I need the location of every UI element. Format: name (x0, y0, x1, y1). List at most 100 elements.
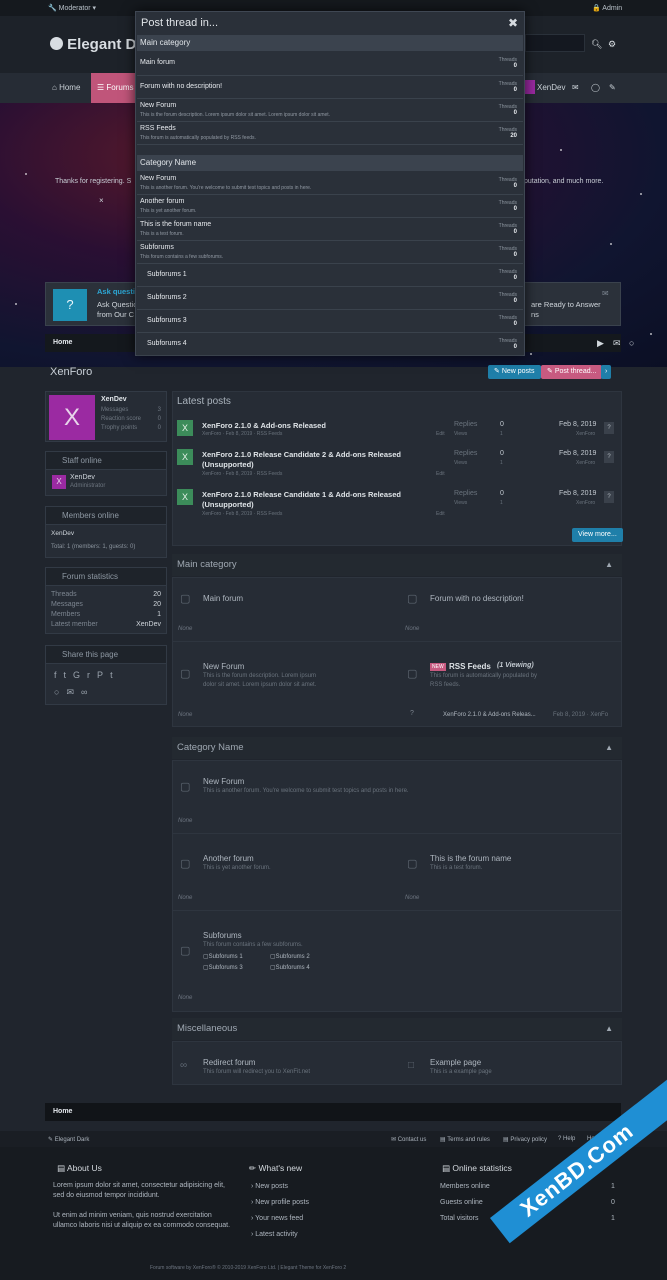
post-title[interactable]: XenForo 2.1.0 & Add-ons Released (202, 420, 442, 431)
forum-another[interactable]: Another forum (203, 854, 254, 863)
post-title-line2[interactable]: (Unsupported) (202, 500, 254, 509)
post-edit[interactable]: Edit (436, 471, 445, 477)
nav-user-avatar[interactable] (525, 80, 535, 94)
subforum-link[interactable]: ▢Subforums 1 (203, 953, 243, 960)
rss-icon[interactable]: ○ (629, 338, 634, 348)
post-title[interactable]: XenForo 2.1.0 Release Candidate 1 & Add-… (202, 489, 442, 500)
close-icon[interactable]: ✖ (508, 16, 518, 30)
whatsapp-icon[interactable]: ○ (54, 687, 66, 697)
avatar[interactable]: X (49, 395, 95, 440)
staff-avatar[interactable]: X (52, 475, 66, 489)
misc-header[interactable]: Miscellaneous ▲ (172, 1018, 622, 1040)
subforum-link[interactable]: ▢Subforums 4 (270, 964, 310, 971)
post-unread-icon[interactable]: ? (604, 451, 614, 463)
post-unread-icon[interactable]: ? (604, 422, 614, 434)
members-online-name[interactable]: XenDev (51, 530, 74, 537)
pinterest-icon[interactable]: P (97, 670, 110, 680)
main-category-header[interactable]: Main category ▲ (172, 554, 622, 576)
user-card-name[interactable]: XenDev (101, 396, 127, 403)
members-online-title: Members online (62, 511, 119, 520)
collapse-icon[interactable]: ▲ (605, 737, 613, 759)
collapse-icon[interactable]: ▲ (605, 1018, 613, 1040)
link-icon[interactable]: ∞ (81, 687, 94, 697)
post-avatar[interactable]: X (177, 449, 193, 465)
admin-link[interactable]: 🔒 Admin (592, 4, 622, 12)
modal-forum-item[interactable]: Subforums 3 Threads 0 (137, 310, 523, 333)
post-title[interactable]: XenForo 2.1.0 Release Candidate 2 & Add-… (202, 449, 442, 460)
moderator-link[interactable]: 🔧 Moderator ▾ (48, 4, 96, 12)
modal-forum-name: New Forum (140, 102, 177, 109)
post-unread-icon[interactable]: ? (604, 491, 614, 503)
reddit-icon[interactable]: r (87, 670, 97, 680)
forum-no-description[interactable]: Forum with no description! (430, 594, 524, 603)
forum-subforums[interactable]: Subforums (203, 931, 242, 940)
view-more-button[interactable]: View more... (572, 528, 623, 542)
modal-forum-item[interactable]: Subforums This forum contains a few subfo… (137, 241, 523, 264)
modal-forum-item[interactable]: Main forum Threads 0 (137, 52, 523, 76)
chevron-right-icon[interactable]: › (601, 365, 612, 379)
collapse-icon[interactable]: ▲ (605, 554, 613, 576)
googleplus-icon[interactable]: G (73, 670, 87, 680)
breadcrumb-home[interactable]: Home (53, 1108, 72, 1115)
nav-user-name[interactable]: XenDev (537, 73, 565, 103)
mail-icon[interactable]: ✉ (572, 73, 579, 103)
bell-icon[interactable]: ◯ (591, 73, 600, 103)
forum-rss-feeds[interactable]: RSS Feeds (449, 662, 491, 671)
nav-forums[interactable]: ☰ Forums (91, 73, 135, 103)
post-last-user[interactable]: XenForo (576, 460, 595, 466)
post-edit[interactable]: Edit (436, 431, 445, 437)
example-page[interactable]: Example page (430, 1058, 481, 1067)
staff-name[interactable]: XenDev (70, 474, 95, 481)
nav-home[interactable]: ⌂ Home (52, 73, 80, 103)
modal-forum-item[interactable]: New Forum This is another forum. You're w… (137, 172, 523, 195)
whats-new-link[interactable]: › Your news feed (251, 1215, 303, 1222)
site-logo[interactable]: Elegant D (50, 36, 136, 53)
post-last-user[interactable]: XenForo (576, 431, 595, 437)
rss-last-post[interactable]: XenForo 2.1.0 & Add-ons Releas... (443, 712, 536, 718)
post-avatar[interactable]: X (177, 420, 193, 436)
replies-value: 0 (500, 421, 504, 428)
modal-forum-item[interactable]: RSS Feeds This forum is automatically pop… (137, 122, 523, 145)
modal-forum-item[interactable]: Subforums 1 Threads 0 (137, 264, 523, 287)
facebook-icon[interactable]: f (54, 670, 64, 680)
modal-forum-item[interactable]: This is the forum name This is a test for… (137, 218, 523, 241)
close-icon[interactable]: × (99, 196, 104, 205)
category-name-header[interactable]: Category Name ▲ (172, 737, 622, 759)
contact-link[interactable]: ✉ Contact us (391, 1136, 426, 1143)
post-last-user[interactable]: XenForo (576, 500, 595, 506)
twitter-icon[interactable]: t (64, 670, 74, 680)
modal-forum-item[interactable]: Forum with no description! Threads 0 (137, 76, 523, 99)
forum-new-forum-2[interactable]: New Forum (203, 777, 244, 786)
search-icon[interactable]: 🔍︎ (591, 39, 602, 50)
email-icon[interactable]: ✉ (613, 338, 621, 349)
post-thread-button[interactable]: ✎ Post thread... (541, 365, 603, 379)
forum-stats-header: Forum statistics (46, 568, 166, 586)
post-avatar[interactable]: X (177, 489, 193, 505)
style-chooser[interactable]: ✎ Elegant Dark (48, 1136, 89, 1143)
email-share-icon[interactable]: ✉ (66, 687, 81, 697)
post-edit[interactable]: Edit (436, 511, 445, 517)
post-title-line2[interactable]: (Unsupported) (202, 460, 254, 469)
modal-forum-item[interactable]: New Forum This is the forum description. … (137, 99, 523, 122)
subforum-link[interactable]: ▢Subforums 2 (270, 953, 310, 960)
modal-forum-item[interactable]: Another forum This is yet another forum. T… (137, 195, 523, 218)
youtube-icon[interactable]: ▶ (597, 338, 604, 349)
forum-this-is-name[interactable]: This is the forum name (430, 854, 511, 863)
tumblr-icon[interactable]: t (110, 670, 120, 680)
modal-forum-item[interactable]: Subforums 2 Threads 0 (137, 287, 523, 310)
forum-redirect[interactable]: Redirect forum (203, 1058, 255, 1067)
gear-icon[interactable]: ⚙ (608, 39, 616, 50)
whats-new-link[interactable]: › Latest activity (251, 1231, 298, 1238)
breadcrumb-home[interactable]: Home (53, 339, 72, 346)
forum-main-forum[interactable]: Main forum (203, 594, 243, 603)
pencil-icon[interactable]: ✎ (609, 73, 616, 103)
modal-forum-item[interactable]: Subforums 4 Threads 0 (137, 333, 523, 356)
share-icons-row2[interactable]: ○✉∞ (54, 687, 94, 698)
forum-new-forum[interactable]: New Forum (203, 662, 244, 671)
whats-new-link[interactable]: › New posts (251, 1183, 288, 1190)
share-icons-row1[interactable]: ftGrPt (54, 670, 120, 680)
search-input[interactable] (525, 34, 585, 52)
subforum-link[interactable]: ▢Subforums 3 (203, 964, 243, 971)
new-posts-button[interactable]: ✎ New posts (488, 365, 541, 379)
whats-new-link[interactable]: › New profile posts (251, 1199, 309, 1206)
